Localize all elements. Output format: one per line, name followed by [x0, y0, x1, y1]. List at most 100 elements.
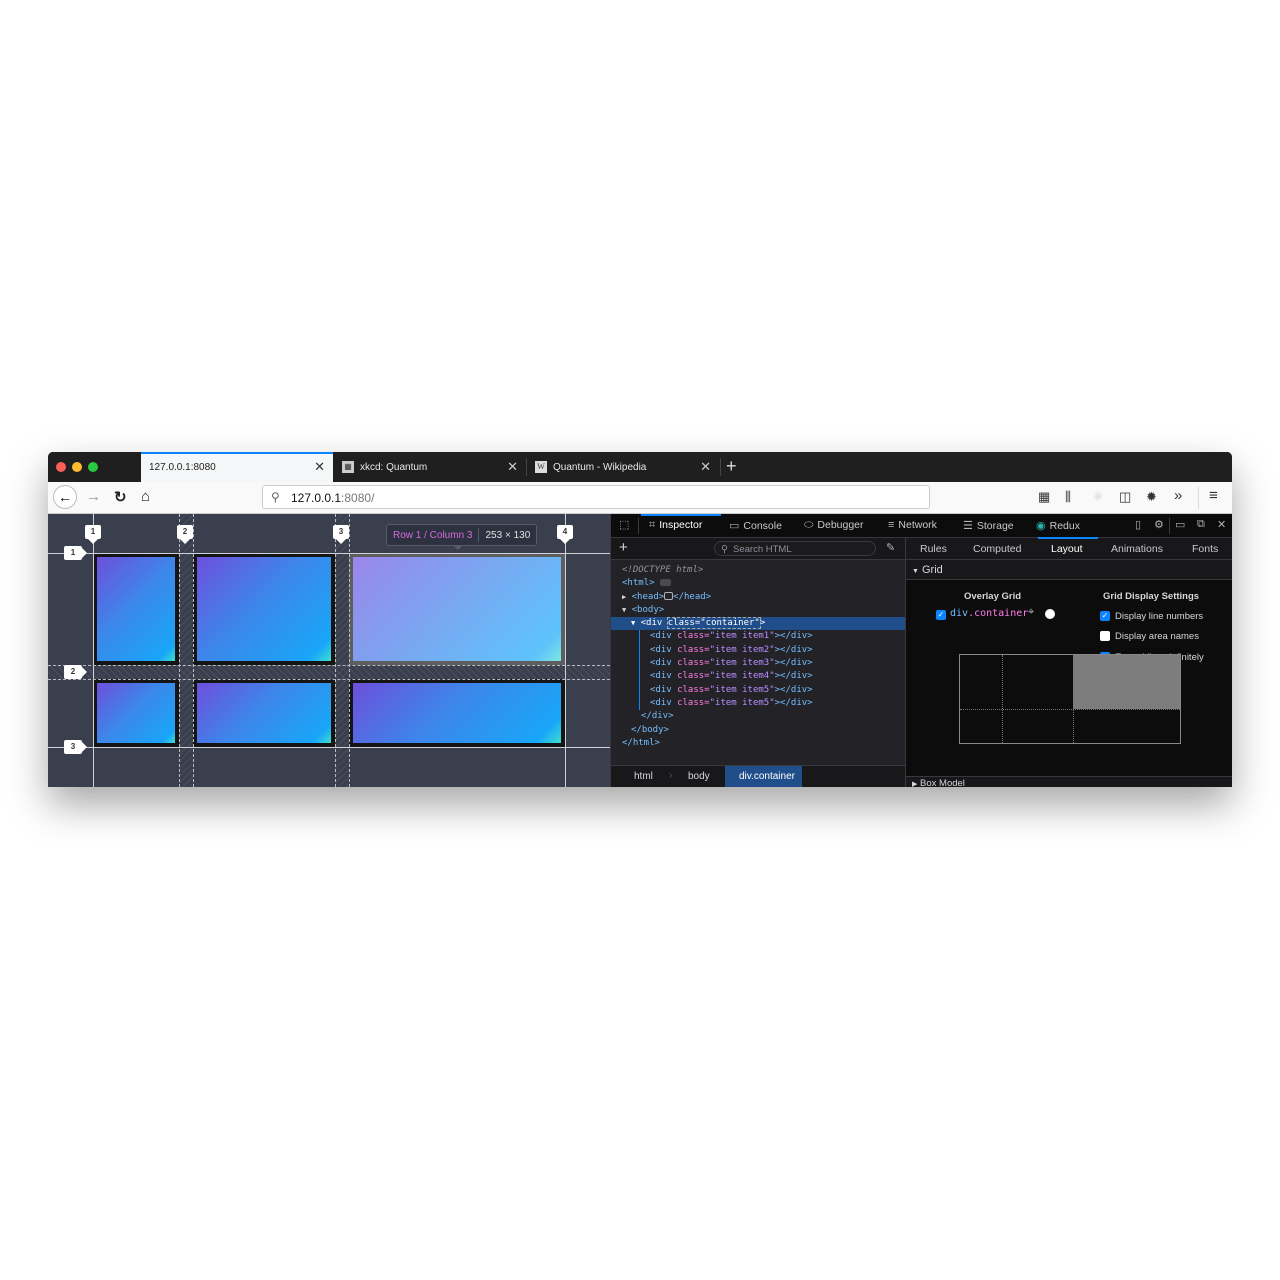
- grid-outline-highlighted-cell[interactable]: [1073, 655, 1180, 709]
- tab-inspector[interactable]: ⌗ Inspector: [649, 519, 702, 532]
- layout-sidebar: Rules Computed Layout Animations Fonts ▼…: [906, 537, 1232, 787]
- active-tab-indicator: [1038, 537, 1098, 539]
- child-node[interactable]: <div class="item item5"></div>: [611, 697, 905, 710]
- close-devtools-icon[interactable]: ✕: [1217, 518, 1226, 531]
- tab-computed[interactable]: Computed: [973, 543, 1021, 555]
- overlay-grid-checkbox[interactable]: ✓: [936, 610, 946, 620]
- grid-item-3-highlighted[interactable]: [349, 553, 565, 665]
- grid-item-1[interactable]: [93, 553, 179, 665]
- reload-button[interactable]: ↻: [114, 488, 127, 506]
- row-line-number: 1: [64, 546, 87, 560]
- doctype-node[interactable]: <!DOCTYPE html>: [611, 564, 905, 577]
- new-tab-button[interactable]: +: [726, 456, 737, 477]
- collapsed-content-icon[interactable]: [664, 592, 674, 601]
- tab-bar: 127.0.0.1:8080 ✕ ▦ xkcd: Quantum ✕ W Qua…: [48, 452, 1232, 482]
- tab-debugger[interactable]: ⬭ Debugger: [804, 519, 864, 532]
- close-window-button[interactable]: [56, 462, 66, 472]
- display-line-numbers-checkbox[interactable]: ✓: [1100, 611, 1110, 621]
- tab-redux[interactable]: ◉ Redux: [1036, 519, 1080, 532]
- container-close-node[interactable]: </div>: [611, 710, 905, 723]
- markup-toolbar: + ⚲ Search HTML ✎: [611, 538, 905, 560]
- grid-item-2[interactable]: [193, 553, 335, 665]
- search-html-input[interactable]: ⚲ Search HTML: [714, 541, 876, 556]
- grid-outline-preview: [959, 654, 1181, 744]
- tab-label: Network: [898, 519, 937, 531]
- overflow-icon[interactable]: »: [1174, 487, 1182, 504]
- forward-button[interactable]: →: [86, 488, 101, 505]
- zoom-window-button[interactable]: [88, 462, 98, 472]
- grid-outline-line: [960, 709, 1180, 710]
- child-node[interactable]: <div class="item item5"></div>: [611, 684, 905, 697]
- bug-icon[interactable]: ✹: [1146, 489, 1157, 505]
- child-node[interactable]: <div class="item item4"></div>: [611, 670, 905, 683]
- html-close-node[interactable]: </html>: [611, 737, 905, 750]
- responsive-design-icon[interactable]: ▯: [1135, 518, 1141, 531]
- close-tab-icon[interactable]: ✕: [314, 459, 325, 475]
- home-button[interactable]: ⌂: [141, 488, 150, 505]
- separate-window-icon[interactable]: ⧉: [1197, 518, 1205, 531]
- grid-item-4[interactable]: [93, 679, 179, 747]
- element-picker-icon[interactable]: ⬚: [619, 518, 629, 531]
- html-node[interactable]: <html>: [611, 577, 905, 590]
- tab-network[interactable]: ≡ Network: [888, 519, 937, 531]
- tab-xkcd[interactable]: ▦ xkcd: Quantum ✕: [334, 452, 526, 482]
- tab-animations[interactable]: Animations: [1111, 543, 1163, 555]
- sidebar-icon[interactable]: ◫: [1119, 489, 1131, 505]
- display-line-numbers-label: Display line numbers: [1115, 611, 1204, 622]
- tab-title: xkcd: Quantum: [360, 462, 428, 473]
- tab-separator: [720, 458, 721, 476]
- menu-icon[interactable]: ≡: [1209, 487, 1218, 504]
- overlay-grid-element[interactable]: div.container: [950, 608, 1028, 619]
- cell-position: Row 1 / Column 3: [393, 530, 473, 541]
- add-node-icon[interactable]: +: [619, 539, 628, 556]
- toolbar-separator: [1198, 487, 1199, 509]
- highlight-node-icon[interactable]: ⌖: [1028, 606, 1034, 619]
- close-tab-icon[interactable]: ✕: [700, 459, 711, 475]
- tab-label: Console: [743, 520, 782, 532]
- eyedropper-icon[interactable]: ✎: [886, 541, 895, 554]
- react-devtools-icon[interactable]: ⚛: [1092, 489, 1104, 505]
- tab-label: Debugger: [817, 519, 864, 531]
- markup-view: + ⚲ Search HTML ✎ <!DOCTYPE html> <html> …: [611, 538, 906, 787]
- back-arrow-icon: ←: [58, 489, 72, 505]
- display-area-names-checkbox[interactable]: [1100, 631, 1110, 641]
- tab-storage[interactable]: ☰ Storage: [963, 519, 1014, 532]
- grid-item-5[interactable]: [193, 679, 335, 747]
- url-path: :8080/: [341, 491, 375, 505]
- grid-color-swatch[interactable]: [1045, 609, 1055, 619]
- body-node[interactable]: ▼ <body>: [611, 604, 905, 617]
- settings-gear-icon[interactable]: ⚙: [1154, 518, 1164, 531]
- body-close-node[interactable]: </body>: [611, 724, 905, 737]
- tab-localhost[interactable]: 127.0.0.1:8080 ✕: [141, 452, 333, 482]
- tab-wikipedia[interactable]: W Quantum - Wikipedia ✕: [527, 452, 719, 482]
- sidebar-tabs: Rules Computed Layout Animations Fonts: [906, 537, 1232, 560]
- library-icon[interactable]: ⫼: [1065, 489, 1071, 505]
- event-badge[interactable]: [659, 579, 671, 587]
- tab-rules[interactable]: Rules: [920, 543, 947, 555]
- storage-icon: ☰: [963, 520, 973, 532]
- url-bar[interactable]: ⚲ 127.0.0.1:8080/: [262, 485, 930, 509]
- dock-bottom-icon[interactable]: ▭: [1175, 518, 1185, 531]
- back-button[interactable]: ←: [53, 485, 77, 509]
- grid-section-header[interactable]: ▼ Grid: [906, 560, 1232, 580]
- col-line-number: 4: [557, 525, 573, 544]
- child-node[interactable]: <div class="item item1"></div>: [611, 630, 905, 643]
- extensions-icon[interactable]: ▦: [1038, 489, 1050, 505]
- close-tab-icon[interactable]: ✕: [507, 459, 518, 475]
- grid-item-6[interactable]: [349, 679, 565, 747]
- tab-label: Inspector: [659, 519, 703, 531]
- grid-section-title: Grid: [922, 564, 943, 576]
- breadcrumb-html[interactable]: html: [634, 771, 653, 782]
- tab-label: Storage: [976, 520, 1014, 532]
- breadcrumb-div-container[interactable]: div.container: [725, 766, 802, 787]
- breadcrumb-body[interactable]: body: [688, 771, 710, 782]
- head-node[interactable]: ▶ <head> </head>: [611, 591, 905, 604]
- child-node[interactable]: <div class="item item3"></div>: [611, 657, 905, 670]
- box-model-section-header[interactable]: ▶ Box Model: [906, 776, 1232, 787]
- container-node-selected[interactable]: ▼ <div class="container">: [611, 617, 905, 631]
- minimize-window-button[interactable]: [72, 462, 82, 472]
- child-node[interactable]: <div class="item item2"></div>: [611, 644, 905, 657]
- tab-fonts[interactable]: Fonts: [1192, 543, 1218, 555]
- tab-console[interactable]: ▭ Console: [729, 519, 782, 532]
- tab-layout[interactable]: Layout: [1051, 543, 1083, 555]
